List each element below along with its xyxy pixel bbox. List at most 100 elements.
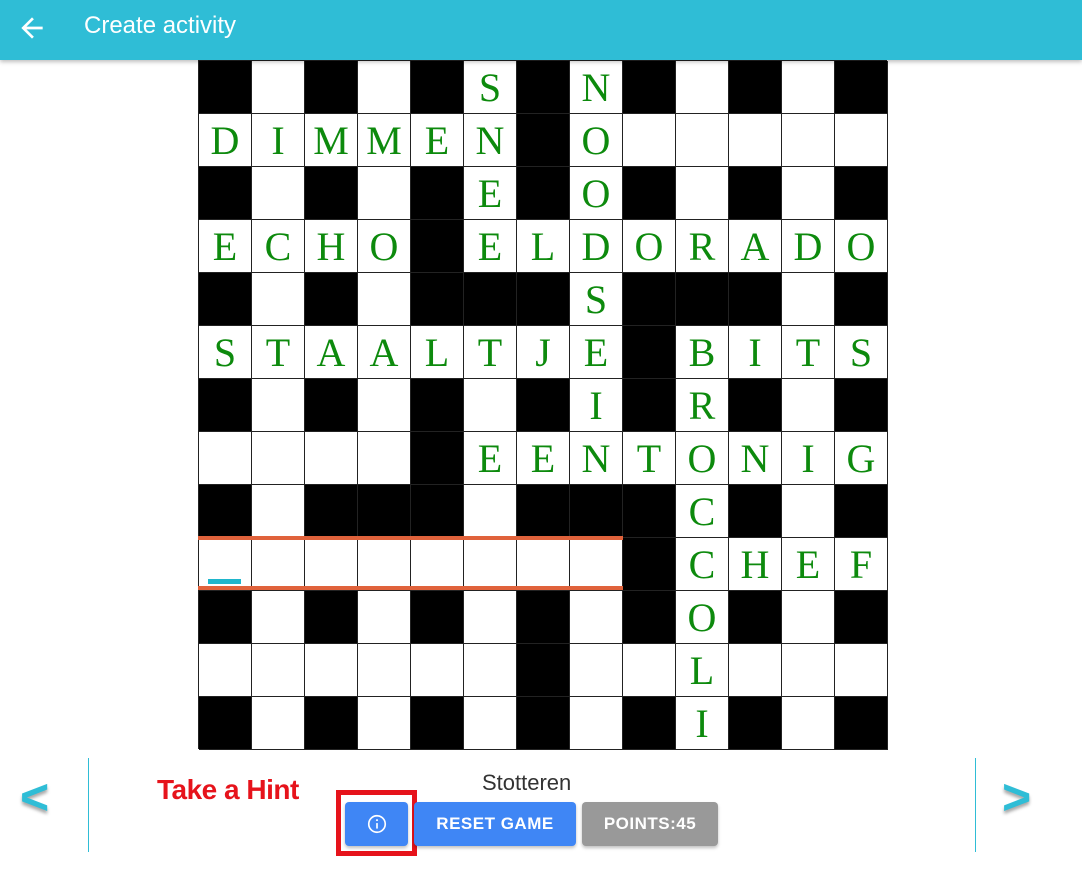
grid-cell[interactable] <box>782 61 835 114</box>
grid-cell[interactable] <box>305 644 358 697</box>
grid-cell[interactable]: I <box>570 379 623 432</box>
grid-cell[interactable] <box>782 379 835 432</box>
grid-cell[interactable] <box>782 697 835 750</box>
grid-cell[interactable]: H <box>729 538 782 591</box>
grid-cell[interactable]: O <box>570 114 623 167</box>
grid-cell[interactable] <box>464 697 517 750</box>
grid-cell[interactable]: D <box>782 220 835 273</box>
grid-cell[interactable] <box>623 114 676 167</box>
grid-cell[interactable] <box>464 538 517 591</box>
grid-cell[interactable] <box>358 697 411 750</box>
grid-cell[interactable] <box>464 644 517 697</box>
grid-cell[interactable] <box>729 644 782 697</box>
grid-cell[interactable]: E <box>464 220 517 273</box>
grid-cell[interactable]: C <box>252 220 305 273</box>
grid-cell[interactable] <box>358 432 411 485</box>
grid-cell[interactable] <box>252 644 305 697</box>
grid-cell[interactable] <box>729 114 782 167</box>
grid-cell[interactable]: D <box>199 114 252 167</box>
grid-cell[interactable] <box>252 485 305 538</box>
grid-cell[interactable]: S <box>570 273 623 326</box>
grid-cell[interactable]: C <box>676 538 729 591</box>
grid-cell[interactable]: S <box>835 326 888 379</box>
grid-cell[interactable] <box>623 644 676 697</box>
grid-cell[interactable]: E <box>464 167 517 220</box>
grid-cell[interactable]: M <box>358 114 411 167</box>
reset-game-button[interactable]: RESET GAME <box>414 802 576 846</box>
grid-cell[interactable]: D <box>570 220 623 273</box>
grid-cell[interactable]: T <box>252 326 305 379</box>
grid-cell[interactable]: T <box>464 326 517 379</box>
grid-cell[interactable] <box>358 61 411 114</box>
next-clue-button[interactable]: > <box>1002 772 1031 822</box>
grid-cell[interactable] <box>570 697 623 750</box>
grid-cell[interactable] <box>199 432 252 485</box>
grid-cell[interactable] <box>782 591 835 644</box>
grid-cell[interactable]: O <box>676 432 729 485</box>
grid-cell[interactable]: O <box>835 220 888 273</box>
grid-cell[interactable] <box>358 591 411 644</box>
grid-cell[interactable] <box>252 61 305 114</box>
grid-cell[interactable] <box>517 538 570 591</box>
grid-cell[interactable]: E <box>199 220 252 273</box>
grid-cell[interactable]: E <box>411 114 464 167</box>
grid-cell[interactable] <box>835 644 888 697</box>
grid-cell[interactable] <box>305 538 358 591</box>
grid-cell[interactable]: N <box>729 432 782 485</box>
grid-cell[interactable]: O <box>623 220 676 273</box>
grid-cell[interactable] <box>570 644 623 697</box>
grid-cell[interactable] <box>570 538 623 591</box>
hint-button[interactable] <box>345 802 408 846</box>
grid-cell[interactable]: O <box>358 220 411 273</box>
grid-cell[interactable]: E <box>464 432 517 485</box>
grid-cell[interactable]: T <box>782 326 835 379</box>
grid-cell[interactable]: M <box>305 114 358 167</box>
grid-cell[interactable]: L <box>411 326 464 379</box>
grid-cell[interactable]: A <box>729 220 782 273</box>
grid-cell[interactable] <box>676 114 729 167</box>
grid-cell[interactable]: E <box>782 538 835 591</box>
grid-cell[interactable] <box>252 591 305 644</box>
grid-cell[interactable]: I <box>782 432 835 485</box>
grid-cell[interactable] <box>782 114 835 167</box>
grid-cell[interactable]: I <box>252 114 305 167</box>
grid-cell[interactable] <box>676 61 729 114</box>
grid-cell[interactable]: G <box>835 432 888 485</box>
grid-cell[interactable]: A <box>358 326 411 379</box>
grid-cell[interactable]: J <box>517 326 570 379</box>
grid-cell[interactable] <box>358 538 411 591</box>
grid-cell[interactable]: L <box>517 220 570 273</box>
grid-cell[interactable]: E <box>570 326 623 379</box>
grid-cell[interactable]: S <box>199 326 252 379</box>
grid-cell[interactable]: O <box>570 167 623 220</box>
grid-cell[interactable] <box>676 167 729 220</box>
grid-cell[interactable] <box>835 114 888 167</box>
grid-cell[interactable]: I <box>676 697 729 750</box>
grid-cell[interactable] <box>358 273 411 326</box>
grid-cell[interactable]: H <box>305 220 358 273</box>
grid-cell[interactable] <box>570 591 623 644</box>
grid-cell[interactable]: N <box>464 114 517 167</box>
grid-cell[interactable]: R <box>676 379 729 432</box>
grid-cell[interactable] <box>252 697 305 750</box>
grid-cell[interactable]: A <box>305 326 358 379</box>
grid-cell[interactable]: C <box>676 485 729 538</box>
grid-cell[interactable] <box>411 644 464 697</box>
grid-cell[interactable] <box>411 538 464 591</box>
grid-cell[interactable]: R <box>676 220 729 273</box>
grid-cell[interactable]: N <box>570 61 623 114</box>
grid-cell[interactable] <box>358 644 411 697</box>
grid-cell[interactable] <box>782 644 835 697</box>
points-button[interactable]: POINTS:45 <box>582 802 718 846</box>
grid-cell[interactable]: N <box>570 432 623 485</box>
grid-cell[interactable] <box>252 167 305 220</box>
grid-cell[interactable] <box>305 432 358 485</box>
grid-cell[interactable]: I <box>729 326 782 379</box>
grid-cell[interactable] <box>252 538 305 591</box>
grid-cell[interactable] <box>252 379 305 432</box>
grid-cell[interactable]: E <box>517 432 570 485</box>
grid-cell[interactable]: T <box>623 432 676 485</box>
grid-cell[interactable] <box>464 485 517 538</box>
grid-cell[interactable] <box>782 485 835 538</box>
grid-cell[interactable] <box>358 167 411 220</box>
